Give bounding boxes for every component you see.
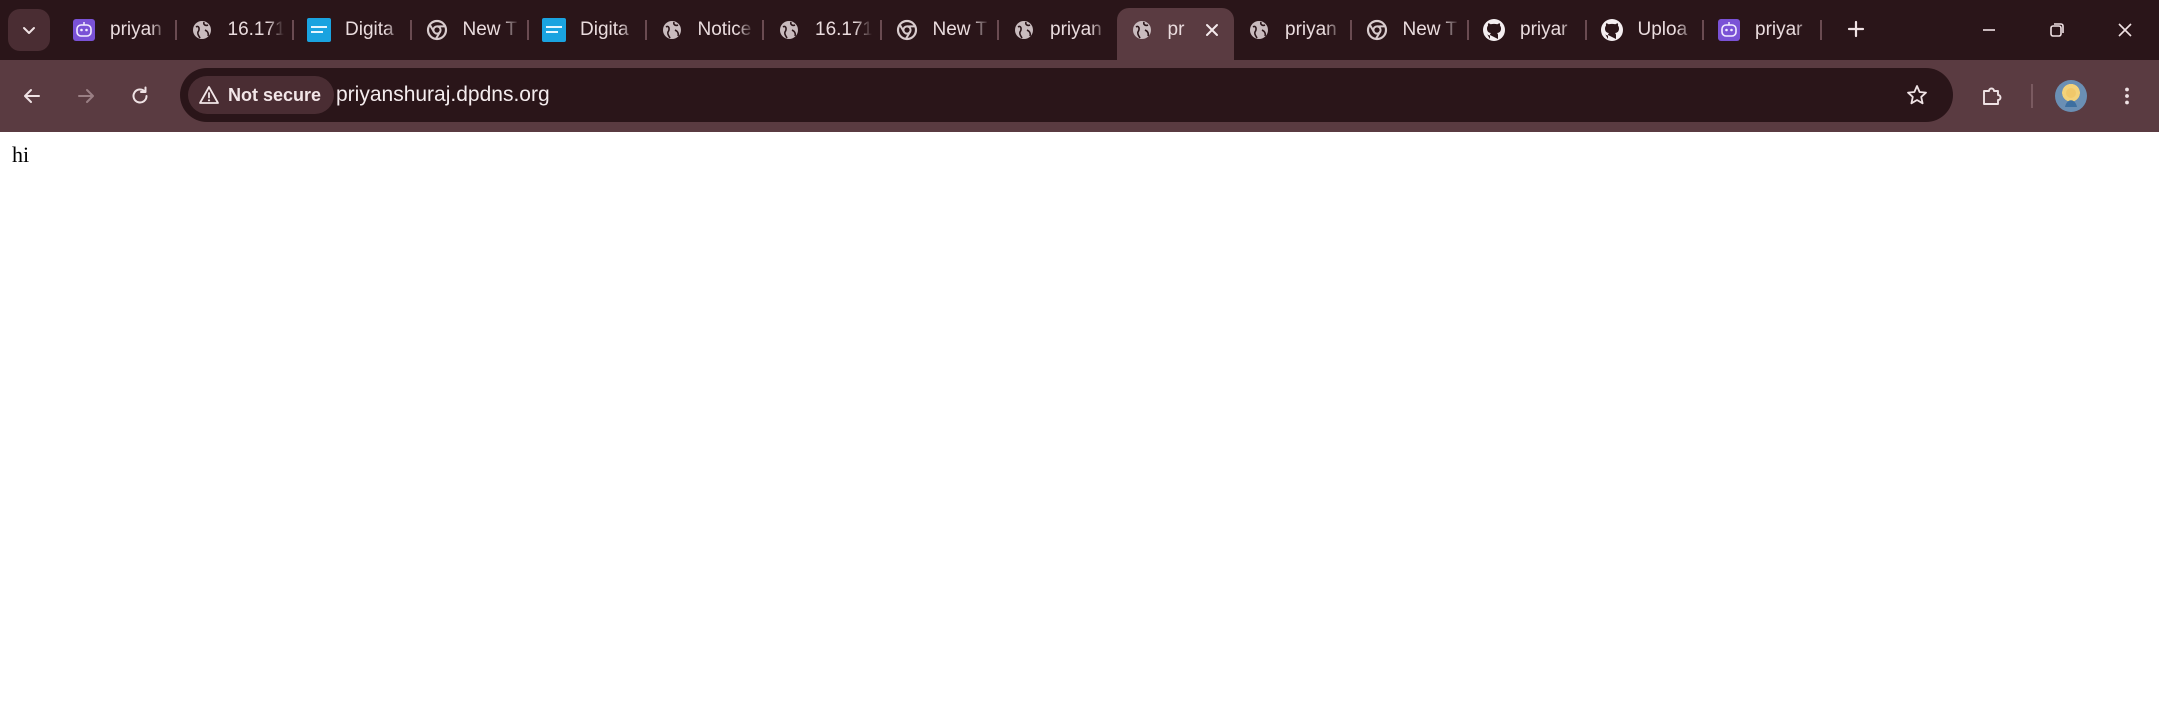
tab-title: Uploa — [1637, 19, 1688, 40]
tab-title: priyan — [1285, 19, 1337, 40]
tab-favicon — [1012, 18, 1036, 42]
tab-favicon — [1482, 18, 1506, 42]
page-content: hi — [0, 132, 2159, 713]
minimize-button[interactable] — [1955, 0, 2023, 60]
close-icon — [2118, 23, 2132, 37]
tab-favicon — [1600, 18, 1624, 42]
tab-title: New T — [462, 19, 518, 40]
tab-favicon — [425, 18, 449, 42]
tab-close-button[interactable] — [1200, 18, 1224, 42]
globe-icon — [1250, 21, 1268, 39]
browser-toolbar: Not secure priyanshuraj.dpdns.org — [0, 60, 2159, 132]
tab[interactable]: Notice — [647, 8, 764, 52]
address-bar[interactable]: Not secure priyanshuraj.dpdns.org — [180, 68, 1953, 122]
restore-button[interactable] — [2023, 0, 2091, 60]
tab-favicon — [660, 18, 684, 42]
tab-title: 16.171 — [227, 19, 285, 40]
digital-blue-logo-icon — [542, 18, 566, 42]
tab-favicon — [1365, 18, 1389, 42]
chrome-icon — [426, 19, 447, 41]
profile-avatar[interactable] — [2055, 80, 2087, 112]
chevron-down-icon — [23, 27, 35, 34]
new-tab-button[interactable] — [1838, 11, 1874, 47]
tab-favicon — [72, 18, 96, 42]
tab[interactable]: priyan — [59, 8, 177, 52]
tab-title: New T — [932, 19, 988, 40]
tab[interactable]: priyar — [1704, 8, 1822, 52]
tab-favicon — [777, 18, 801, 42]
tab-title: priyar — [1755, 19, 1803, 40]
globe-icon — [192, 21, 211, 39]
restore-icon — [2050, 23, 2064, 37]
tab-favicon — [1247, 18, 1271, 42]
tab-favicon — [1130, 18, 1154, 42]
toolbar-divider — [2031, 84, 2033, 108]
globe-icon — [1015, 21, 1033, 39]
tab[interactable]: New T — [882, 8, 999, 52]
back-button[interactable] — [10, 74, 54, 118]
profile-picture-icon — [2065, 88, 2077, 107]
purple-robot-icon — [73, 19, 95, 41]
star-icon — [1907, 85, 1927, 105]
security-chip-label: Not secure — [228, 84, 322, 105]
arrow-left-icon — [24, 89, 40, 103]
url-text[interactable]: priyanshuraj.dpdns.org — [336, 68, 550, 122]
tab-favicon — [307, 18, 331, 42]
tab[interactable]: Digita — [294, 8, 412, 52]
menu-button[interactable] — [2105, 74, 2149, 118]
extensions-button[interactable] — [1970, 74, 2014, 118]
tab-active[interactable]: pr — [1116, 8, 1234, 60]
chrome-icon — [1366, 19, 1387, 41]
tab[interactable]: Uploa — [1587, 8, 1704, 52]
minimize-icon — [1983, 29, 1995, 31]
tab-title: New T — [1402, 19, 1458, 40]
digital-blue-logo-icon — [307, 18, 331, 42]
close-window-button[interactable] — [2091, 0, 2159, 60]
tab-title: priyan — [110, 19, 162, 40]
tab-favicon — [895, 18, 919, 42]
tab-separator — [1819, 20, 1822, 40]
bookmark-button[interactable] — [1899, 77, 1935, 113]
tab-favicon — [542, 18, 566, 42]
page-body-text: hi — [12, 142, 30, 167]
tab-title: Digita — [580, 19, 629, 40]
tab-title: pr — [1167, 19, 1185, 40]
tab[interactable]: priyan — [1234, 8, 1352, 52]
globe-icon — [780, 21, 798, 39]
tab-search-button[interactable] — [8, 9, 50, 51]
tab-title: priyar — [1520, 19, 1568, 40]
plus-icon — [1847, 20, 1865, 38]
arrow-right-icon — [78, 89, 94, 103]
github-icon — [1483, 19, 1505, 41]
tab[interactable]: 16.171 — [764, 8, 882, 52]
github-icon — [1600, 19, 1623, 41]
more-vertical-icon — [2125, 87, 2129, 105]
tab-list: priyan 16.171 Digita New T Digita Notice 16.17… — [59, 8, 1822, 60]
tab[interactable]: 16.171 — [177, 8, 294, 52]
tab[interactable]: New T — [412, 8, 529, 52]
globe-icon — [1132, 21, 1151, 39]
forward-button[interactable] — [64, 74, 108, 118]
tab[interactable]: priyan — [999, 8, 1117, 52]
chrome-icon — [896, 19, 917, 41]
tab-favicon — [1717, 18, 1741, 42]
puzzle-icon — [1983, 87, 2002, 105]
purple-robot-icon — [1718, 19, 1740, 41]
globe-icon — [662, 21, 681, 39]
tab[interactable]: priyar — [1469, 8, 1587, 52]
reload-button[interactable] — [118, 74, 162, 118]
close-icon — [1206, 24, 1218, 36]
reload-icon — [132, 86, 148, 104]
tab-title: Digita — [345, 19, 394, 40]
tab-title: priyan — [1050, 19, 1102, 40]
tab-favicon — [190, 18, 214, 42]
tab-strip: priyan 16.171 Digita New T Digita Notice 16.17… — [0, 0, 2159, 60]
tab[interactable]: Digita — [529, 8, 647, 52]
security-chip[interactable]: Not secure — [188, 76, 335, 114]
tab-title: 16.171 — [815, 19, 872, 40]
tab[interactable]: New T — [1352, 8, 1469, 52]
tab-title: Notice — [697, 19, 752, 40]
warning-icon — [199, 86, 219, 104]
